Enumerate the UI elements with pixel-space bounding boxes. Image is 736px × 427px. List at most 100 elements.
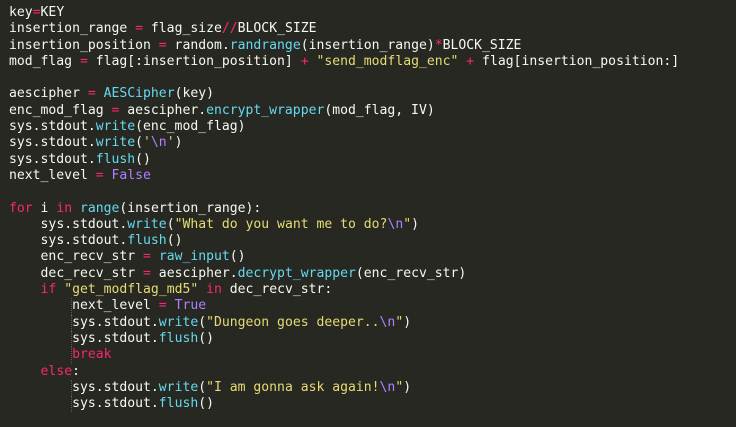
code-line[interactable]: insertion_position = random.randrange(in… (9, 38, 736, 54)
code-line[interactable]: sys.stdout.flush() (9, 396, 736, 413)
code-area[interactable]: key=KEY insertion_range = flag_size//BLOC… (9, 5, 736, 413)
code-token: () (198, 396, 214, 412)
code-line[interactable]: enc_recv_str = raw_input() (9, 249, 736, 265)
code-token: raw_input (158, 249, 230, 265)
code-line[interactable]: sys.stdout.flush() (9, 152, 736, 168)
indent-guide (71, 347, 73, 364)
code-token: BLOCK_SIZE (442, 37, 522, 53)
code-line[interactable]: sys.stdout.write(enc_mod_flag) (9, 119, 736, 135)
code-editor[interactable]: key=KEY insertion_range = flag_size//BLOC… (0, 0, 736, 427)
indentation (9, 347, 72, 362)
code-token: aescipher. (150, 265, 238, 281)
code-token: sys.stdout. (72, 330, 159, 346)
code-token: write (158, 314, 199, 330)
code-token: sys.stdout. (9, 119, 96, 135)
code-token: () (229, 249, 246, 265)
indentation (9, 396, 72, 411)
indentation (9, 249, 41, 264)
code-line[interactable]: sys.stdout.write('\n') (9, 135, 736, 151)
code-line[interactable]: else: (9, 364, 736, 380)
code-token: next_level (72, 298, 159, 314)
code-line[interactable]: sys.stdout.write("Dungeon goes deeper..\… (9, 314, 736, 331)
code-line[interactable]: key=KEY (9, 5, 736, 21)
code-token: next_level (9, 167, 96, 183)
code-token: = (158, 37, 167, 53)
code-line[interactable]: sys.stdout.flush() (9, 330, 736, 348)
code-token: (key) (174, 86, 214, 102)
code-token: : (72, 363, 80, 379)
code-token: " (403, 216, 412, 232)
code-token: ( (198, 379, 207, 395)
code-token: randrange (229, 37, 301, 53)
code-token: \n (379, 314, 396, 330)
indentation (9, 266, 41, 281)
code-token: flag_size (143, 21, 222, 37)
code-token: encrypt_wrapper (206, 102, 325, 118)
indentation (9, 282, 41, 297)
code-token: ) (411, 216, 419, 232)
code-token: for (9, 200, 33, 216)
code-token: + (466, 53, 475, 69)
indentation (9, 364, 41, 379)
code-token: write (127, 216, 167, 232)
indentation (9, 331, 72, 346)
code-token: i (32, 200, 57, 216)
code-token: insertion_position (9, 37, 159, 53)
code-line[interactable]: aescipher = AESCipher(key) (9, 86, 736, 102)
code-line[interactable]: dec_recv_str = aescipher.decrypt_wrapper… (9, 266, 736, 282)
code-line[interactable]: next_level = True (9, 298, 736, 315)
code-token: True (174, 298, 207, 314)
code-line[interactable] (9, 184, 736, 200)
code-token: else (40, 363, 73, 379)
code-token: = (79, 53, 88, 69)
code-token: (insertion_range) (300, 37, 435, 53)
code-token: flush (95, 151, 136, 167)
code-token: () (166, 233, 183, 249)
code-token: write (158, 379, 199, 395)
indent-guide (71, 298, 73, 315)
code-token: write (95, 135, 136, 151)
code-token: + (300, 53, 309, 69)
indentation (9, 315, 72, 330)
code-token: \n (150, 135, 167, 151)
code-line[interactable]: sys.stdout.write("What do you want me to… (9, 217, 736, 233)
code-token: ' (166, 135, 175, 151)
code-token: = (143, 249, 151, 265)
code-token: enc_recv_str (40, 249, 144, 265)
code-token: dec_recv_str: (221, 282, 333, 298)
code-token: (enc_mod_flag) (135, 119, 246, 135)
indent-guide (71, 379, 73, 397)
code-line[interactable]: for i in range(insertion_range): (9, 201, 736, 217)
code-token: KEY (40, 5, 65, 20)
code-token: flush (127, 233, 167, 249)
code-line[interactable]: enc_mod_flag = aescipher.encrypt_wrapper… (9, 103, 736, 119)
code-token: sys.stdout. (9, 135, 96, 151)
code-line[interactable]: if "get_modflag_md5" in dec_recv_str: (9, 282, 736, 298)
code-line[interactable]: next_level = False (9, 168, 736, 184)
code-token: key (9, 5, 33, 20)
code-line[interactable]: mod_flag = flag[:insertion_position] + "… (9, 54, 736, 70)
code-line[interactable]: sys.stdout.write("I am gonna ask again!\… (9, 379, 736, 397)
indent-guide (71, 330, 73, 348)
code-token: "send_modflag_enc" (316, 53, 459, 69)
code-token: "get_modflag_md5" (64, 282, 199, 298)
code-token: break (72, 347, 112, 363)
code-token: insertion_range (9, 21, 136, 37)
code-token: AESCipher (103, 86, 175, 102)
code-token: aescipher. (119, 102, 207, 118)
code-token: sys.stdout. (72, 379, 159, 395)
code-line[interactable]: sys.stdout.flush() (9, 233, 736, 249)
code-token: dec_recv_str (40, 265, 144, 281)
code-line[interactable] (9, 70, 736, 86)
code-token: ) (174, 135, 183, 151)
indentation (9, 380, 72, 395)
code-token: ' (143, 135, 151, 151)
code-line[interactable]: insertion_range = flag_size//BLOCK_SIZE (9, 21, 736, 37)
code-token: sys.stdout. (72, 314, 159, 330)
code-line[interactable]: break (9, 347, 736, 364)
code-token: enc_mod_flag (9, 102, 112, 118)
code-token: () (135, 151, 151, 167)
code-token: = (95, 167, 104, 183)
